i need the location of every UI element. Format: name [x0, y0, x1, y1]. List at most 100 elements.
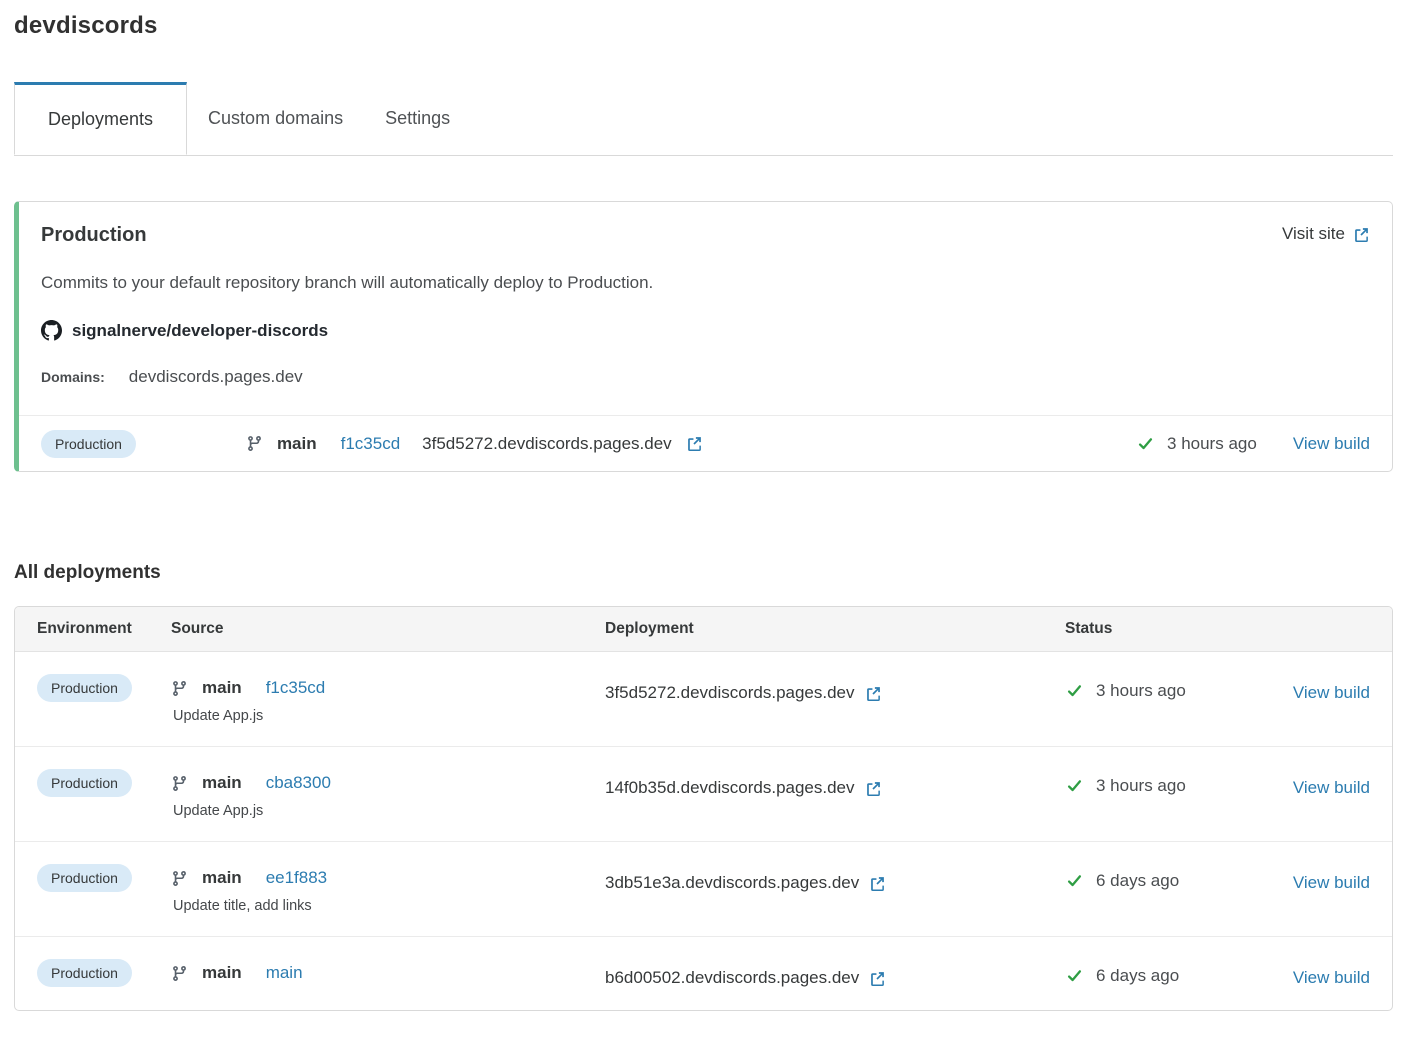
commit-message: Update App.js [171, 803, 605, 819]
deployment-url: b6d00502.devdiscords.pages.dev [605, 968, 859, 988]
view-build-link[interactable]: View build [1293, 778, 1370, 797]
table-row: Production main f1c35cd Update App.js 3f… [15, 652, 1392, 747]
production-card-body: Production Visit site Commits to your de… [19, 202, 1392, 415]
view-build-link[interactable]: View build [1293, 683, 1370, 702]
visit-site-label: Visit site [1282, 224, 1345, 244]
git-branch-icon [246, 435, 263, 452]
column-header-environment: Environment [37, 620, 171, 638]
actions-cell: View build [1284, 963, 1370, 988]
production-card: Production Visit site Commits to your de… [14, 201, 1393, 472]
commit-message: Update title, add links [171, 898, 605, 914]
view-build-link[interactable]: View build [1293, 434, 1370, 454]
deployments-table: Environment Source Deployment Status Pro… [14, 606, 1393, 1011]
status-time: 3 hours ago [1167, 434, 1257, 454]
commit-message: Update App.js [171, 708, 605, 724]
branch-name: main [202, 773, 242, 793]
deployment-cell: b6d00502.devdiscords.pages.dev [605, 963, 1065, 988]
environment-cell: Production [37, 963, 171, 983]
external-link-icon[interactable] [686, 435, 703, 452]
status-cell: 3 hours ago [1065, 678, 1284, 701]
check-icon [1065, 778, 1084, 794]
view-build-link[interactable]: View build [1293, 873, 1370, 892]
branch-name: main [277, 434, 317, 454]
page-title: devdiscords [14, 12, 1393, 40]
domains-line: Domains: devdiscords.pages.dev [41, 367, 1370, 387]
source-cell: main main [171, 963, 605, 983]
status-time: 3 hours ago [1096, 776, 1186, 796]
table-header-row: Environment Source Deployment Status [15, 607, 1392, 652]
tab-custom-domains[interactable]: Custom domains [187, 82, 364, 155]
external-link-icon[interactable] [869, 875, 886, 892]
branch-name: main [202, 678, 242, 698]
deployment-url: 3f5d5272.devdiscords.pages.dev [422, 434, 672, 454]
repo-line: signalnerve/developer-discords [41, 320, 1370, 341]
commit-link[interactable]: ee1f883 [266, 868, 327, 888]
source-cell: main ee1f883 Update title, add links [171, 868, 605, 914]
environment-badge: Production [37, 959, 132, 987]
commit-link[interactable]: f1c35cd [341, 434, 401, 454]
status-cell: 6 days ago [1065, 963, 1284, 986]
actions-cell: View build [1284, 773, 1370, 798]
check-icon [1065, 968, 1084, 984]
table-row: Production main cba8300 Update App.js 14… [15, 747, 1392, 842]
environment-badge: Production [37, 864, 132, 892]
actions-cell: View build [1284, 678, 1370, 703]
view-build-link[interactable]: View build [1293, 968, 1370, 987]
deployment-cell: 14f0b35d.devdiscords.pages.dev [605, 773, 1065, 798]
column-header-source: Source [171, 620, 605, 638]
pages-project-page: devdiscords Deployments Custom domains S… [14, 12, 1393, 1011]
latest-deployment-row: Production main f1c35cd 3f5d5272.devdisc… [19, 415, 1392, 471]
external-link-icon [1353, 226, 1370, 243]
environment-badge: Production [37, 769, 132, 797]
git-branch-icon [171, 680, 188, 697]
domains-label: Domains: [41, 369, 105, 385]
tab-bar: Deployments Custom domains Settings [14, 82, 1393, 156]
deployment-url: 3f5d5272.devdiscords.pages.dev [605, 683, 855, 703]
environment-cell: Production [37, 868, 171, 888]
source-group: main f1c35cd 3f5d5272.devdiscords.pages.… [246, 434, 703, 454]
environment-badge: Production [41, 430, 136, 458]
tab-deployments[interactable]: Deployments [14, 82, 187, 155]
column-header-status: Status [1065, 620, 1284, 638]
commit-link[interactable]: main [266, 963, 303, 983]
tab-settings[interactable]: Settings [364, 82, 471, 155]
branch-name: main [202, 868, 242, 888]
production-title: Production [41, 224, 147, 247]
status-cell: 3 hours ago [1065, 773, 1284, 796]
commit-link[interactable]: cba8300 [266, 773, 331, 793]
status-cell: 6 days ago [1065, 868, 1284, 891]
deployment-url: 14f0b35d.devdiscords.pages.dev [605, 778, 855, 798]
status-group: 3 hours ago View build [1136, 434, 1370, 454]
git-branch-icon [171, 965, 188, 982]
deployment-cell: 3f5d5272.devdiscords.pages.dev [605, 678, 1065, 703]
table-body: Production main f1c35cd Update App.js 3f… [15, 652, 1392, 1010]
external-link-icon[interactable] [869, 970, 886, 987]
external-link-icon[interactable] [865, 780, 882, 797]
external-link-icon[interactable] [865, 685, 882, 702]
production-description: Commits to your default repository branc… [41, 273, 1370, 293]
github-icon [41, 320, 62, 341]
git-branch-icon [171, 775, 188, 792]
status-time: 6 days ago [1096, 871, 1179, 891]
deployment-cell: 3db51e3a.devdiscords.pages.dev [605, 868, 1065, 893]
status-time: 6 days ago [1096, 966, 1179, 986]
visit-site-link[interactable]: Visit site [1282, 224, 1370, 244]
domains-value: devdiscords.pages.dev [129, 367, 303, 387]
check-icon [1065, 683, 1084, 699]
repo-name: signalnerve/developer-discords [72, 321, 328, 341]
source-cell: main cba8300 Update App.js [171, 773, 605, 819]
deployment-url: 3db51e3a.devdiscords.pages.dev [605, 873, 859, 893]
branch-name: main [202, 963, 242, 983]
commit-link[interactable]: f1c35cd [266, 678, 326, 698]
environment-badge: Production [37, 674, 132, 702]
environment-cell: Production [37, 678, 171, 698]
column-header-deployment: Deployment [605, 620, 1065, 638]
status-time: 3 hours ago [1096, 681, 1186, 701]
git-branch-icon [171, 870, 188, 887]
table-row: Production main ee1f883 Update title, ad… [15, 842, 1392, 937]
all-deployments-title: All deployments [14, 562, 1393, 584]
environment-cell: Production [37, 773, 171, 793]
actions-cell: View build [1284, 868, 1370, 893]
table-row: Production main main b6d00502.devdiscord… [15, 937, 1392, 1010]
check-icon [1136, 436, 1155, 452]
